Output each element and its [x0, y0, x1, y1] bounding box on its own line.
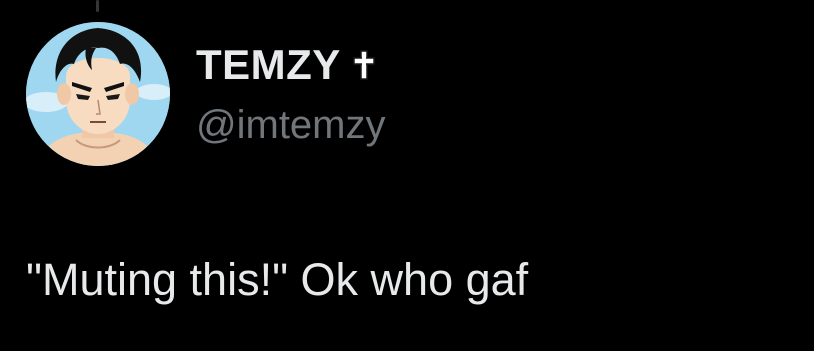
- avatar[interactable]: [26, 22, 170, 166]
- author-display-name[interactable]: TEMZY: [196, 38, 341, 92]
- latin-cross-icon: [353, 50, 375, 80]
- author-handle[interactable]: @imtemzy: [196, 102, 386, 148]
- tweet-header: TEMZY @imtemzy: [196, 38, 386, 148]
- avatar-image: [26, 22, 170, 166]
- author-name-row[interactable]: TEMZY: [196, 38, 386, 92]
- tweet: TEMZY @imtemzy "Muting this!" Ok who gaf: [0, 0, 814, 351]
- tweet-text: "Muting this!" Ok who gaf: [26, 254, 529, 305]
